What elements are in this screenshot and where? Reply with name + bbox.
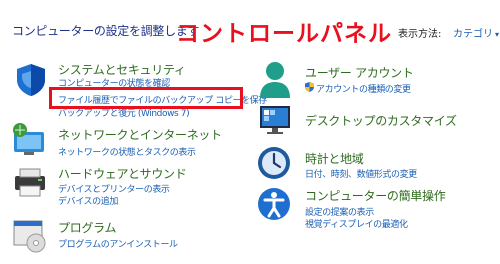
category-title-clock-region[interactable]: 時計と地域	[305, 150, 364, 167]
chevron-down-icon: ▾	[495, 30, 500, 39]
programs-icon[interactable]	[12, 219, 48, 253]
category-title-programs[interactable]: プログラム	[58, 219, 116, 236]
category-title-network-internet[interactable]: ネットワークとインターネット	[58, 126, 222, 143]
category-title-user-accounts[interactable]: ユーザー アカウント	[305, 64, 414, 81]
category-title-appearance[interactable]: デスクトップのカスタマイズ	[305, 112, 457, 129]
clock-icon[interactable]	[256, 145, 292, 181]
desktop-icon[interactable]	[258, 104, 294, 136]
category-title-ease-of-access[interactable]: コンピューターの簡単操作	[305, 187, 446, 204]
link-network-status[interactable]: ネットワークの状態とタスクの表示	[58, 145, 196, 158]
category-title-hardware-sound[interactable]: ハードウェアとサウンド	[58, 165, 187, 182]
accessibility-icon[interactable]	[256, 186, 292, 222]
view-by-label: 表示方法:	[398, 29, 442, 40]
link-date-time-format[interactable]: 日付、時刻、数値形式の変更	[305, 167, 417, 180]
highlight-box	[49, 87, 243, 109]
link-optimize-visual-display[interactable]: 視覚ディスプレイの最適化	[305, 217, 408, 230]
shield-icon[interactable]	[14, 62, 48, 98]
link-uninstall-program[interactable]: プログラムのアンインストール	[58, 237, 178, 250]
view-by-dropdown[interactable]: カテゴリ ▾	[453, 25, 499, 40]
uac-shield-icon	[305, 82, 314, 92]
overlay-title: コントロールパネル	[176, 21, 392, 47]
page-heading: コンピューターの設定を調整します	[12, 24, 200, 38]
network-icon[interactable]	[12, 122, 48, 156]
link-add-device[interactable]: デバイスの追加	[58, 194, 118, 207]
link-change-account-type[interactable]: アカウントの種類の変更	[316, 82, 411, 95]
printer-icon[interactable]	[12, 166, 48, 198]
user-icon[interactable]	[258, 60, 292, 100]
